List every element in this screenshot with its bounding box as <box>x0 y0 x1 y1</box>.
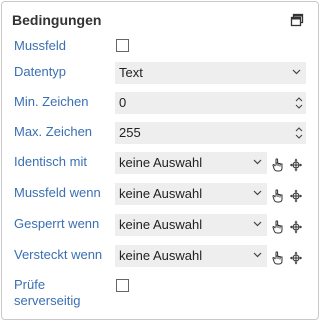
max-zeichen-label: Max. Zeichen <box>14 124 93 139</box>
panel-title: Bedingungen <box>12 12 102 28</box>
hand-pointer-icon[interactable] <box>272 251 284 265</box>
min-zeichen-value: 0 <box>119 95 127 110</box>
identisch-mit-value: keine Auswahl <box>119 155 203 170</box>
datentyp-select[interactable]: Text <box>115 62 306 84</box>
up-down-spinner-icon[interactable] <box>295 125 303 141</box>
gesperrt-wenn-value: keine Auswahl <box>119 217 203 232</box>
datentyp-value: Text <box>119 65 143 80</box>
min-zeichen-label: Min. Zeichen <box>14 94 89 109</box>
up-down-spinner-icon[interactable] <box>295 95 303 111</box>
gesperrt-wenn-label: Gesperrt wenn <box>14 216 100 231</box>
hand-pointer-icon[interactable] <box>272 158 284 172</box>
gesperrt-wenn-select[interactable]: keine Auswahl <box>115 214 267 236</box>
mussfeld-wenn-select[interactable]: keine Auswahl <box>115 183 267 205</box>
identisch-mit-select[interactable]: keine Auswahl <box>115 152 267 174</box>
hand-pointer-icon[interactable] <box>272 220 284 234</box>
max-zeichen-input[interactable]: 255 <box>115 122 306 144</box>
window-restore-icon[interactable] <box>290 13 304 27</box>
identisch-mit-label: Identisch mit <box>14 154 87 169</box>
hand-pointer-icon[interactable] <box>272 189 284 203</box>
pruefe-serverseitig-checkbox[interactable] <box>116 279 129 292</box>
chevron-down-icon <box>253 159 262 165</box>
min-zeichen-input[interactable]: 0 <box>115 92 306 114</box>
mussfeld-wenn-label: Mussfeld wenn <box>14 185 101 200</box>
crosshair-icon[interactable] <box>290 158 302 172</box>
chevron-down-icon <box>253 252 262 258</box>
mussfeld-checkbox[interactable] <box>116 39 129 52</box>
crosshair-icon[interactable] <box>290 189 302 203</box>
chevron-down-icon <box>253 190 262 196</box>
pruefe-serverseitig-label: Prüfe serverseitig <box>14 277 80 309</box>
versteckt-wenn-select[interactable]: keine Auswahl <box>115 245 267 267</box>
chevron-down-icon <box>292 69 301 75</box>
crosshair-icon[interactable] <box>290 251 302 265</box>
versteckt-wenn-label: Versteckt wenn <box>14 247 103 262</box>
chevron-down-icon <box>253 221 262 227</box>
max-zeichen-value: 255 <box>119 125 141 140</box>
versteckt-wenn-value: keine Auswahl <box>119 248 203 263</box>
pruefe-serverseitig-label-line1: Prüfe <box>14 277 46 292</box>
datentyp-label: Datentyp <box>14 64 67 79</box>
mussfeld-label: Mussfeld <box>14 38 67 53</box>
pruefe-serverseitig-label-line2: serverseitig <box>14 293 81 308</box>
mussfeld-wenn-value: keine Auswahl <box>119 186 203 201</box>
crosshair-icon[interactable] <box>290 220 302 234</box>
